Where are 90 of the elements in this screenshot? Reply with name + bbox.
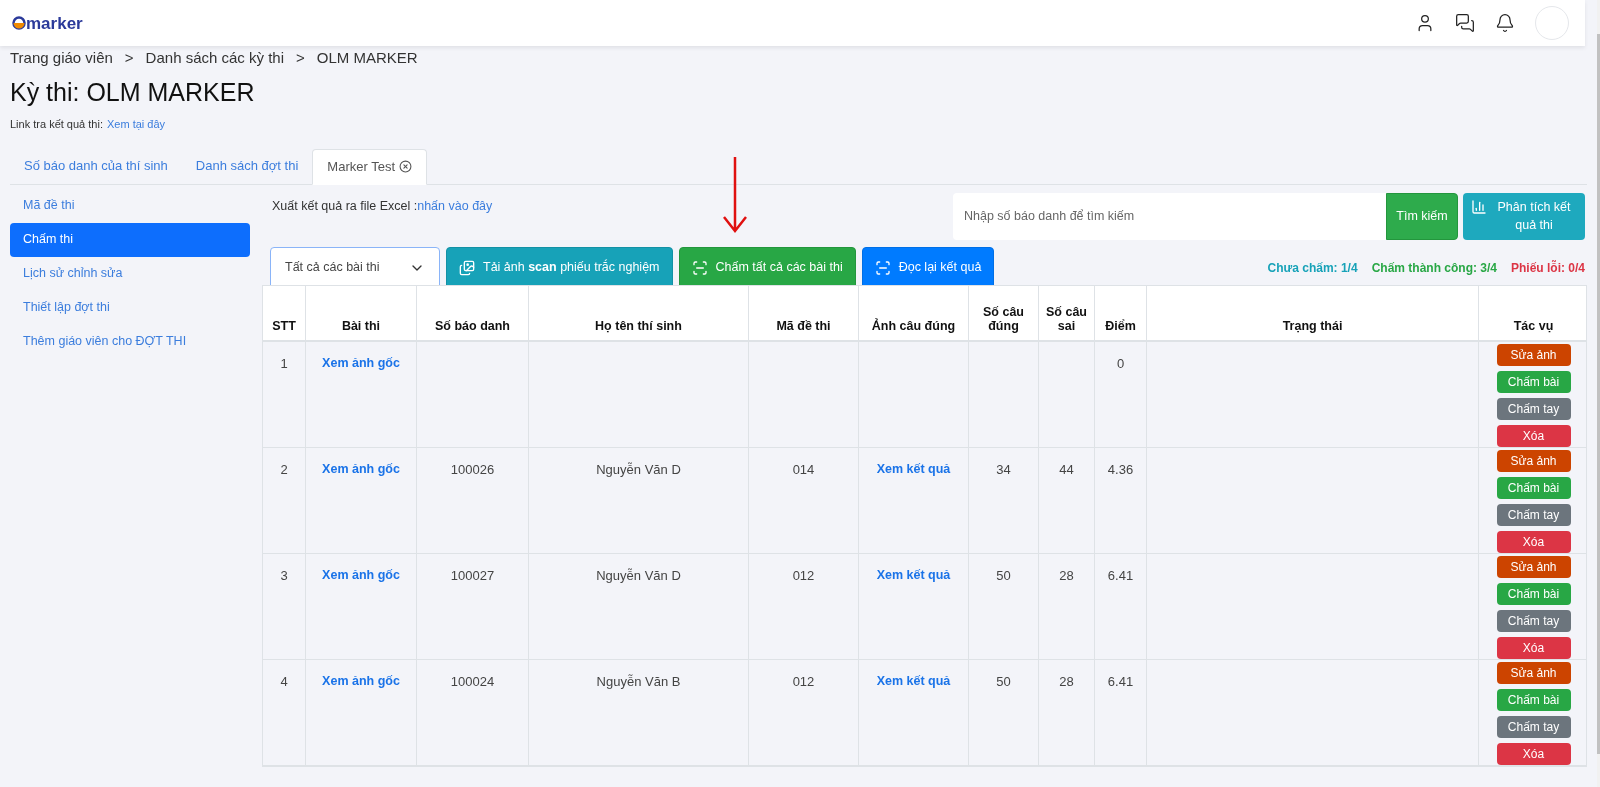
table-cell-text: Nguyễn Văn D (596, 566, 681, 585)
view-original-link[interactable]: Xem ảnh gốc (322, 459, 400, 479)
close-icon[interactable] (399, 160, 412, 173)
sidebar-item[interactable]: Mã đề thi (10, 188, 250, 223)
breadcrumb-item: > (296, 47, 305, 68)
breadcrumb-item[interactable]: Trang giáo viên (10, 46, 113, 70)
table-cell-text: 44 (1059, 460, 1074, 479)
column-header: Bài thi (341, 318, 381, 333)
logo-text: marker (26, 14, 83, 32)
row-action-button[interactable]: Sửa ảnh (1496, 661, 1571, 684)
table-cell-text: 50 (996, 566, 1011, 585)
row-action-button[interactable]: Xóa (1496, 636, 1571, 659)
sidebar-item[interactable]: Thêm giáo viên cho ĐỢT THI (10, 324, 250, 359)
column-header: Tác vụ (1513, 318, 1554, 333)
status-count: Chưa chấm: 1/4 (1267, 259, 1358, 277)
table-cell-text: 4 (280, 672, 288, 691)
table-cell-text: 6.41 (1107, 672, 1134, 691)
notification-icon[interactable] (1495, 13, 1515, 33)
column-header: Điểm (1105, 318, 1136, 333)
tab[interactable]: Số báo danh của thí sinh (10, 148, 182, 184)
status-count: Chấm thành công: 3/4 (1371, 259, 1497, 277)
column-header: Số câu đúng (982, 304, 1025, 333)
row-action-button[interactable]: Chấm bài (1496, 688, 1571, 711)
view-original-link[interactable]: Xem ảnh gốc (322, 565, 400, 585)
view-result-link[interactable]: Xem kết quả (876, 565, 951, 585)
row-action-button[interactable]: Xóa (1496, 530, 1571, 553)
sidebar-item[interactable]: Thiết lập đợt thi (10, 290, 250, 325)
column-header: Ảnh câu đúng (871, 318, 956, 333)
logo-icon (12, 16, 26, 30)
search-button[interactable]: Tìm kiếm (1386, 192, 1458, 240)
row-action-button[interactable]: Chấm bài (1496, 582, 1571, 605)
table-cell-text: 012 (792, 672, 815, 691)
table-cell-text: 1 (280, 354, 288, 373)
breadcrumb-item: > (124, 47, 134, 68)
row-action-button[interactable]: Chấm tay (1496, 609, 1571, 632)
view-result-link[interactable]: Xem kết quả (876, 459, 951, 479)
result-link[interactable]: Xem tại đây (106, 116, 166, 133)
table-cell-text: 100024 (450, 672, 495, 691)
view-result-link[interactable]: Xem kết quả (876, 671, 951, 691)
result-link-label: Link tra kết quả thi: (10, 117, 103, 132)
status-count: Phiếu lỗi: 0/4 (1511, 259, 1585, 277)
export-label: Xuất kết quả ra file Excel : (272, 197, 418, 215)
scan-icon (691, 259, 708, 276)
column-header: STT (272, 318, 296, 333)
table-cell-text: 100027 (450, 566, 495, 585)
table-cell-text: 3 (280, 566, 288, 585)
tab[interactable]: Marker Test (312, 148, 427, 185)
row-action-button[interactable]: Chấm bài (1496, 370, 1571, 393)
table-cell-text: 4.36 (1107, 460, 1134, 479)
search-field[interactable]: Nhập số báo danh để tìm kiếm (953, 192, 1386, 240)
sidebar-item[interactable]: Chấm thi (10, 222, 250, 257)
table-cell-text: 50 (996, 672, 1011, 691)
scan-icon (874, 259, 891, 276)
table-cell-text: 28 (1059, 566, 1074, 585)
column-header: Mã đề thi (776, 318, 831, 333)
table-cell-text: Nguyễn Văn B (596, 672, 681, 691)
table-cell-text: 28 (1059, 672, 1074, 691)
column-header: Số báo danh (435, 318, 510, 333)
chart-icon (1471, 198, 1487, 215)
table-cell-text: 6.41 (1107, 566, 1134, 585)
row-action-button[interactable]: Chấm tay (1496, 503, 1571, 526)
tab[interactable]: Danh sách đợt thi (181, 148, 313, 184)
table-cell-text: 2 (280, 460, 288, 479)
table-cell-text: 100026 (450, 460, 495, 479)
row-action-button[interactable]: Xóa (1496, 424, 1571, 447)
table-cell-text: 34 (996, 460, 1011, 479)
column-header: Họ tên thí sinh (595, 318, 682, 333)
row-action-button[interactable]: Sửa ảnh (1496, 555, 1571, 578)
table-cell-text: Nguyễn Văn D (596, 460, 681, 479)
breadcrumb-item[interactable]: Danh sách các kỳ thi (145, 46, 284, 70)
column-header: Trạng thái (1282, 318, 1343, 333)
row-action-button[interactable]: Chấm bài (1496, 476, 1571, 499)
export-link[interactable]: nhấn vào đây (417, 196, 493, 240)
column-header: Số câu sai (1045, 304, 1088, 333)
row-action-button[interactable]: Chấm tay (1496, 397, 1571, 420)
table-cell-text: 014 (792, 460, 815, 479)
table-cell-text: 012 (792, 566, 815, 585)
page-title: Kỳ thi: OLM MARKER (10, 77, 256, 107)
chat-icon[interactable] (1455, 13, 1475, 33)
row-action-button[interactable]: Sửa ảnh (1496, 449, 1571, 472)
breadcrumb-item[interactable]: OLM MARKER (316, 46, 418, 70)
images-icon (459, 259, 475, 276)
table-cell-text: 0 (1116, 354, 1125, 373)
row-action-button[interactable]: Xóa (1496, 742, 1571, 765)
view-original-link[interactable]: Xem ảnh gốc (322, 353, 400, 373)
view-original-link[interactable]: Xem ảnh gốc (322, 671, 400, 691)
analyze-button[interactable]: Phân tích kết quả thi (1463, 192, 1585, 240)
sidebar-item[interactable]: Lịch sử chỉnh sửa (10, 256, 250, 291)
row-action-button[interactable]: Sửa ảnh (1496, 343, 1571, 366)
row-action-button[interactable]: Chấm tay (1496, 715, 1571, 738)
